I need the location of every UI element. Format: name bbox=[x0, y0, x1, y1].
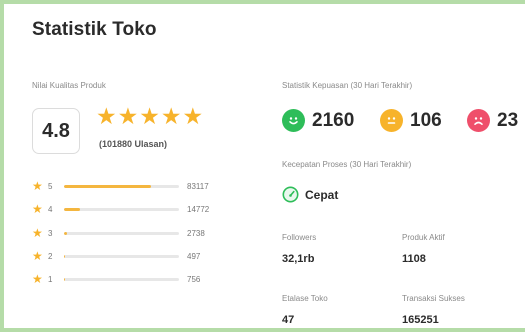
star-icon: ★ bbox=[160, 103, 182, 129]
rating-star-label: 3 bbox=[48, 228, 53, 238]
process-speed: Cepat bbox=[282, 186, 338, 203]
active-products-value: 1108 bbox=[402, 253, 426, 265]
happy-face-icon bbox=[282, 109, 305, 132]
speed-label: Kecepatan Proses (30 Hari Terakhir) bbox=[282, 160, 412, 169]
neutral-face-icon bbox=[380, 109, 403, 132]
rating-bar bbox=[64, 277, 179, 281]
followers-label: Followers bbox=[282, 233, 317, 242]
rating-bar-fill bbox=[64, 277, 66, 281]
neutral-count: 106 bbox=[410, 109, 442, 131]
rating-row-3: ★ 3 2738 bbox=[32, 227, 205, 239]
rating-count: 14772 bbox=[187, 204, 210, 214]
rating-score: 4.8 bbox=[32, 108, 80, 154]
star-icon: ★ bbox=[96, 103, 117, 129]
negative-count: 23 bbox=[497, 109, 519, 131]
transactions-label: Transaksi Sukses bbox=[402, 294, 465, 303]
rating-bar bbox=[64, 207, 179, 211]
rating-row-5: ★ 5 83117 bbox=[32, 180, 209, 192]
rating-count: 83117 bbox=[187, 181, 209, 191]
star-icon: ★ bbox=[32, 179, 43, 193]
rating-bar bbox=[64, 254, 179, 258]
star-icon: ★ bbox=[139, 103, 160, 129]
active-products-label: Produk Aktif bbox=[402, 233, 445, 242]
rating-bar-fill bbox=[64, 184, 152, 188]
rating-row-4: ★ 4 14772 bbox=[32, 203, 209, 215]
store-stats-card: Statistik Toko Nilai Kualitas Produk 4.8… bbox=[0, 0, 525, 332]
rating-bar-fill bbox=[64, 254, 66, 258]
rating-bar bbox=[64, 231, 179, 235]
star-icon: ★ bbox=[32, 272, 43, 286]
rating-stars: ★ ★ ★ ★ ★ bbox=[96, 105, 203, 128]
followers-value: 32,1rb bbox=[282, 253, 315, 265]
satisfaction-negative: 23 bbox=[467, 109, 518, 132]
rating-count: 756 bbox=[187, 274, 201, 284]
transactions-value: 165251 bbox=[402, 314, 439, 326]
quality-label: Nilai Kualitas Produk bbox=[32, 81, 106, 90]
speedometer-icon bbox=[282, 186, 299, 203]
rating-row-1: ★ 1 756 bbox=[32, 273, 200, 285]
rating-star-label: 5 bbox=[48, 181, 53, 191]
rating-row-2: ★ 2 497 bbox=[32, 250, 200, 262]
positive-count: 2160 bbox=[312, 109, 355, 131]
speed-value: Cepat bbox=[305, 187, 339, 202]
satisfaction-label: Statistik Kepuasan (30 Hari Terakhir) bbox=[282, 81, 413, 90]
rating-count: 497 bbox=[187, 251, 201, 261]
rating-bar bbox=[64, 184, 179, 188]
star-icon: ★ bbox=[32, 226, 43, 240]
rating-star-label: 1 bbox=[48, 274, 53, 284]
rating-star-label: 2 bbox=[48, 251, 53, 261]
rating-count: 2738 bbox=[187, 228, 205, 238]
sad-face-icon bbox=[467, 109, 490, 132]
review-count: (101880 Ulasan) bbox=[99, 139, 168, 149]
rating-bar-fill bbox=[64, 207, 80, 211]
satisfaction-neutral: 106 bbox=[380, 109, 442, 132]
star-icon: ★ bbox=[117, 103, 139, 129]
star-icon: ★ bbox=[182, 103, 204, 129]
rating-bar-fill bbox=[64, 231, 67, 235]
star-icon: ★ bbox=[32, 202, 43, 216]
showcase-value: 47 bbox=[282, 314, 295, 326]
rating-star-label: 4 bbox=[48, 204, 53, 214]
star-icon: ★ bbox=[32, 249, 43, 263]
showcase-label: Etalase Toko bbox=[282, 294, 328, 303]
satisfaction-positive: 2160 bbox=[282, 109, 354, 132]
page-title: Statistik Toko bbox=[32, 19, 157, 40]
